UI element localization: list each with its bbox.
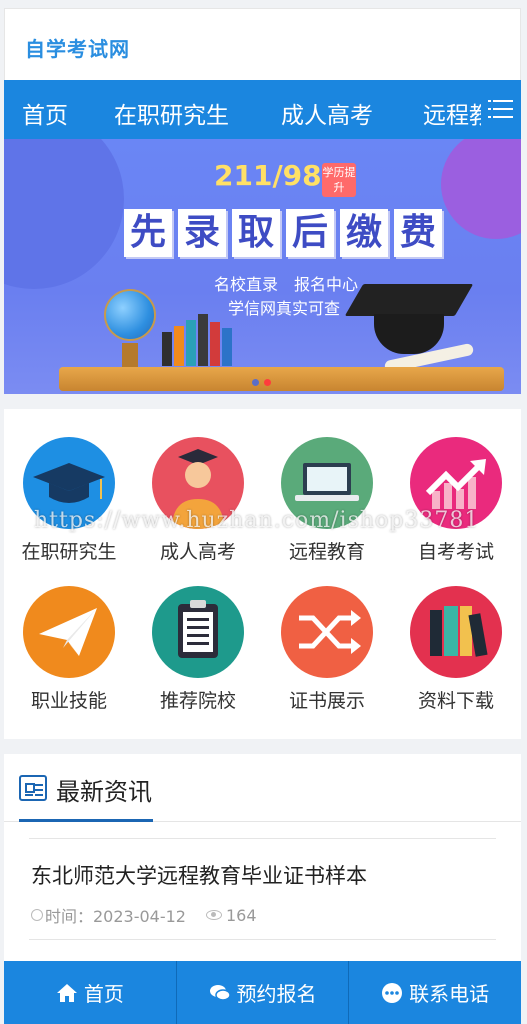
tab-adult-college-exam[interactable]: 成人高考 <box>281 96 373 130</box>
bottom-contact-button[interactable]: 联系电话 <box>349 961 521 1024</box>
books-illustration <box>162 314 232 366</box>
carousel-dot[interactable] <box>252 379 259 386</box>
slogan-char: 缴 <box>340 209 388 257</box>
banner-decoration <box>441 139 521 239</box>
news-header: 最新资讯 <box>4 754 521 822</box>
site-logo[interactable]: 自学考试网 <box>25 33 130 62</box>
news-item-views: 164 <box>226 905 257 925</box>
news-icon <box>19 775 47 801</box>
category-materials-download[interactable]: 资料下载 <box>391 586 521 713</box>
category-label: 职业技能 <box>30 690 107 712</box>
eye-icon <box>206 910 222 920</box>
banner-slogan: 先 录 取 后 缴 费 <box>124 209 442 257</box>
shuffle-icon <box>281 586 373 678</box>
chat-icon <box>209 983 231 1003</box>
paper-plane-icon <box>23 586 115 678</box>
banner-subline: 学信网真实可查 <box>228 299 341 318</box>
main-nav: 首页 在职研究生 成人高考 远程教育 <box>4 80 521 139</box>
category-vocational-skills[interactable]: 职业技能 <box>4 586 134 713</box>
slogan-char: 费 <box>394 209 442 257</box>
category-label: 在职研究生 <box>21 541 117 563</box>
graduation-cap-base <box>374 314 444 354</box>
category-label: 证书展示 <box>288 690 365 712</box>
category-grid: 在职研究生 成人高考 远程教育 自考考试 职业技能 推荐院校 证书展示 资料下载 <box>4 409 521 739</box>
news-item-meta: 时间：2023-04-12 164 <box>31 903 257 927</box>
tab-in-service-postgraduate[interactable]: 在职研究生 <box>114 96 229 130</box>
bottom-home-button[interactable]: 首页 <box>4 961 177 1024</box>
category-label: 成人高考 <box>159 541 236 563</box>
slogan-char: 录 <box>178 209 226 257</box>
slogan-char: 取 <box>232 209 280 257</box>
category-in-service-postgraduate[interactable]: 在职研究生 <box>4 437 134 564</box>
watermark: https://www.huzhan.com/ishop33781 <box>34 508 480 533</box>
bottom-home-label: 首页 <box>83 982 124 1006</box>
tab-home[interactable]: 首页 <box>22 96 68 130</box>
desk-illustration <box>59 367 504 391</box>
carousel-dot-active[interactable] <box>264 379 271 386</box>
globe-stand <box>122 343 138 367</box>
home-icon <box>56 983 78 1003</box>
bottom-booking-button[interactable]: 预约报名 <box>177 961 350 1024</box>
category-adult-college-exam[interactable]: 成人高考 <box>133 437 263 564</box>
page-frame: 自学考试网 首页 在职研究生 成人高考 远程教育 211/985 学历提升 先 … <box>4 8 521 1024</box>
category-label: 远程教育 <box>288 541 365 563</box>
news-header-tab[interactable]: 最新资讯 <box>19 770 153 822</box>
graduation-cap-illustration <box>344 284 474 316</box>
clipboard-icon <box>152 586 244 678</box>
category-certificate-display[interactable]: 证书展示 <box>262 586 392 713</box>
bottom-booking-label: 预约报名 <box>236 982 317 1006</box>
news-list-item[interactable]: 东北师范大学远程教育毕业证书样本 时间：2023-04-12 164 <box>29 838 496 940</box>
category-label: 资料下载 <box>417 690 494 712</box>
category-recommended-schools[interactable]: 推荐院校 <box>133 586 263 713</box>
list-icon-line <box>488 108 513 110</box>
news-item-time: 时间：2023-04-12 <box>45 907 186 926</box>
list-icon <box>488 100 513 102</box>
news-item-title[interactable]: 东北师范大学远程教育毕业证书样本 <box>31 860 367 890</box>
banner-subline: 名校直录 报名中心 <box>214 275 359 294</box>
category-self-study-exam[interactable]: 自考考试 <box>391 437 521 564</box>
clock-icon <box>31 909 43 921</box>
banner-decoration <box>4 139 124 289</box>
category-label: 推荐院校 <box>159 690 236 712</box>
books-icon <box>410 586 502 678</box>
bottom-action-bar: 首页 预约报名 联系电话 <box>4 961 521 1024</box>
list-icon-line <box>488 116 513 118</box>
banner-tag: 学历提升 <box>322 163 356 197</box>
promo-banner[interactable]: 211/985 学历提升 先 录 取 后 缴 费 名校直录 报名中心 学信网真实… <box>4 139 521 394</box>
carousel-dots <box>252 379 271 386</box>
more-icon <box>381 982 403 1003</box>
slogan-char: 后 <box>286 209 334 257</box>
latest-news: 最新资讯 东北师范大学远程教育毕业证书样本 时间：2023-04-12 164 <box>4 754 521 961</box>
slogan-char: 先 <box>124 209 172 257</box>
site-header: 自学考试网 <box>4 8 521 80</box>
nav-menu-button[interactable] <box>481 80 521 139</box>
globe-illustration <box>104 289 156 341</box>
category-distance-education[interactable]: 远程教育 <box>262 437 392 564</box>
category-label: 自考考试 <box>417 541 494 563</box>
news-section-title: 最新资讯 <box>56 778 152 806</box>
bottom-contact-label: 联系电话 <box>409 982 490 1006</box>
